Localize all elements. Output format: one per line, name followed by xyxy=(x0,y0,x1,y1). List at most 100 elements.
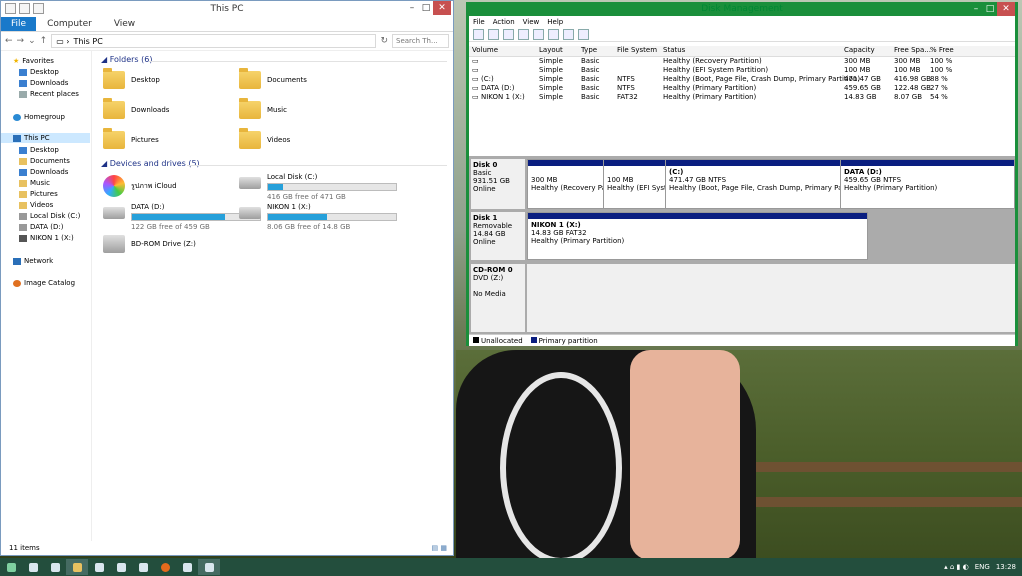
col-capacity[interactable]: Capacity xyxy=(844,46,875,54)
nav-pc-desktop[interactable]: Desktop xyxy=(19,146,59,154)
folder-pictures[interactable]: Pictures xyxy=(103,128,159,149)
nav-pc-nikon-x[interactable]: NIKON 1 (X:) xyxy=(19,234,74,242)
taskbar-app[interactable] xyxy=(132,559,154,575)
icloud-photos[interactable]: รูปภาพ iCloud xyxy=(103,175,177,197)
address-box[interactable]: ▭ › This PC xyxy=(51,34,377,48)
drive-x-usage-fill xyxy=(268,214,327,220)
disk0-info[interactable]: Disk 0 Basic 931.51 GB Online xyxy=(471,159,525,209)
legend-primary-label: Primary partition xyxy=(538,336,598,345)
taskbar-app[interactable] xyxy=(110,559,132,575)
nav-pc-music[interactable]: Music xyxy=(19,179,50,187)
close-button[interactable]: ✕ xyxy=(433,1,451,15)
recent-chevron-icon[interactable]: ⌄ xyxy=(28,36,36,46)
taskbar-firefox[interactable] xyxy=(154,559,176,575)
refresh-icon[interactable]: ↻ xyxy=(380,36,388,46)
language-indicator[interactable]: ENG xyxy=(975,563,990,571)
back-arrow-icon[interactable]: ← xyxy=(5,36,13,46)
menu-action[interactable]: Action xyxy=(493,18,515,26)
taskbar-app[interactable] xyxy=(44,559,66,575)
folder-downloads[interactable]: Downloads xyxy=(103,98,169,119)
nav-downloads[interactable]: Downloads xyxy=(19,79,68,87)
disk1-info[interactable]: Disk 1 Removable 14.84 GB Online xyxy=(471,212,525,260)
help-icon[interactable] xyxy=(518,28,529,40)
folder-desktop[interactable]: Desktop xyxy=(103,68,160,89)
menu-file[interactable]: File xyxy=(473,18,485,26)
volume-row[interactable]: ▭ NIKON 1 (X:) Simple Basic FAT32 Healthy… xyxy=(469,93,1015,102)
col-volume[interactable]: Volume xyxy=(472,46,498,54)
partition-d[interactable]: DATA (D:) 459.65 GB NTFS Healthy (Primary … xyxy=(841,160,1014,208)
tab-computer[interactable]: Computer xyxy=(36,19,103,29)
forward-arrow-icon[interactable]: → xyxy=(17,36,25,46)
forward-icon[interactable] xyxy=(488,28,499,40)
clock[interactable]: 13:28 xyxy=(996,563,1016,571)
drive-local-disk-c[interactable]: Local Disk (C:) 416 GB free of 471 GB xyxy=(239,173,397,201)
taskbar-app[interactable] xyxy=(176,559,198,575)
view-toggle-icons[interactable]: ▤ ▦ xyxy=(432,541,447,555)
col-file-system[interactable]: File System xyxy=(617,46,657,54)
devices-header[interactable]: ◢ Devices and drives (5) xyxy=(101,159,200,168)
view-icon[interactable] xyxy=(578,28,589,40)
partition-recovery[interactable]: 300 MBHealthy (Recovery Partit xyxy=(528,160,604,208)
list-icon[interactable] xyxy=(533,28,544,40)
folder-videos[interactable]: Videos xyxy=(239,128,290,149)
nav-image-catalog[interactable]: Image Catalog xyxy=(13,279,75,287)
explorer-titlebar[interactable]: This PC – □ ✕ xyxy=(1,1,453,17)
nav-pc-downloads[interactable]: Downloads xyxy=(19,168,68,176)
checklist-icon[interactable] xyxy=(563,28,574,40)
volume-row[interactable]: ▭ Simple Basic Healthy (EFI System Parti… xyxy=(469,66,1015,75)
nav-favorites[interactable]: ★ Favorites xyxy=(13,57,54,65)
nav-network[interactable]: Network xyxy=(13,257,53,265)
col-status[interactable]: Status xyxy=(663,46,685,54)
nav-pc-data-d[interactable]: DATA (D:) xyxy=(19,223,63,231)
nav-homegroup[interactable]: Homegroup xyxy=(13,113,65,121)
properties-icon[interactable] xyxy=(548,28,559,40)
search-input[interactable]: Search Th... xyxy=(392,34,449,48)
dm-toolbar xyxy=(469,27,1015,42)
folder-icon xyxy=(103,98,125,119)
nav-desktop[interactable]: Desktop xyxy=(19,68,59,76)
partition-c[interactable]: (C:) 471.47 GB NTFS Healthy (Boot, Page Fi… xyxy=(666,160,841,208)
col-layout[interactable]: Layout xyxy=(539,46,563,54)
close-button[interactable]: ✕ xyxy=(997,2,1015,16)
volume-row[interactable]: ▭ DATA (D:) Simple Basic NTFS Healthy (Pr… xyxy=(469,84,1015,93)
cell-percent: 54 % xyxy=(930,93,948,101)
taskbar-disk-management[interactable] xyxy=(198,559,220,575)
up-arrow-icon[interactable]: ↑ xyxy=(40,36,48,46)
nav-pc-local-disk-c[interactable]: Local Disk (C:) xyxy=(19,212,80,220)
col-type[interactable]: Type xyxy=(581,46,597,54)
cdrom-info[interactable]: CD-ROM 0 DVD (Z:) No Media xyxy=(471,264,525,332)
taskbar-app[interactable] xyxy=(88,559,110,575)
nav-this-pc[interactable]: This PC xyxy=(1,133,90,143)
maximize-button[interactable]: □ xyxy=(419,1,433,15)
nav-pc-pictures[interactable]: Pictures xyxy=(19,190,58,198)
drive-nikon-x[interactable]: NIKON 1 (X:) 8.06 GB free of 14.8 GB xyxy=(239,203,397,231)
back-icon[interactable] xyxy=(473,28,484,40)
tray-icons[interactable]: ▴ ⌂ ▮ ◐ xyxy=(944,563,969,571)
start-button[interactable] xyxy=(0,559,22,575)
partition-nikon-x[interactable]: NIKON 1 (X:) 14.83 GB FAT32 Healthy (Prima… xyxy=(528,213,867,259)
drive-data-d[interactable]: DATA (D:) 122 GB free of 459 GB xyxy=(103,203,261,231)
menu-help[interactable]: Help xyxy=(547,18,563,26)
tab-file[interactable]: File xyxy=(1,17,37,31)
minimize-button[interactable]: – xyxy=(969,2,983,16)
console-tree-icon[interactable] xyxy=(503,28,514,40)
col-free-space[interactable]: Free Spa... xyxy=(894,46,931,54)
drive-bd-rom-z[interactable]: BD-ROM Drive (Z:) xyxy=(103,235,196,253)
disk1-size: 14.84 GB xyxy=(473,230,506,238)
minimize-button[interactable]: – xyxy=(405,1,419,15)
nav-pc-documents[interactable]: Documents xyxy=(19,157,70,165)
taskbar-app[interactable] xyxy=(22,559,44,575)
volume-row[interactable]: ▭ Simple Basic Healthy (Recovery Partiti… xyxy=(469,57,1015,66)
menu-view[interactable]: View xyxy=(523,18,540,26)
tab-view[interactable]: View xyxy=(103,19,146,29)
maximize-button[interactable]: □ xyxy=(983,2,997,16)
taskbar-explorer[interactable] xyxy=(66,559,88,575)
nav-pc-videos[interactable]: Videos xyxy=(19,201,53,209)
partition-efi[interactable]: 100 MBHealthy (EFI System xyxy=(604,160,666,208)
folder-documents[interactable]: Documents xyxy=(239,68,307,89)
nav-recent-places[interactable]: Recent places xyxy=(19,90,79,98)
volume-row[interactable]: ▭ (C:) Simple Basic NTFS Healthy (Boot, P… xyxy=(469,75,1015,84)
col-percent-free[interactable]: % Free xyxy=(930,46,954,54)
folder-music[interactable]: Music xyxy=(239,98,287,119)
folders-header[interactable]: ◢ Folders (6) xyxy=(101,55,152,64)
